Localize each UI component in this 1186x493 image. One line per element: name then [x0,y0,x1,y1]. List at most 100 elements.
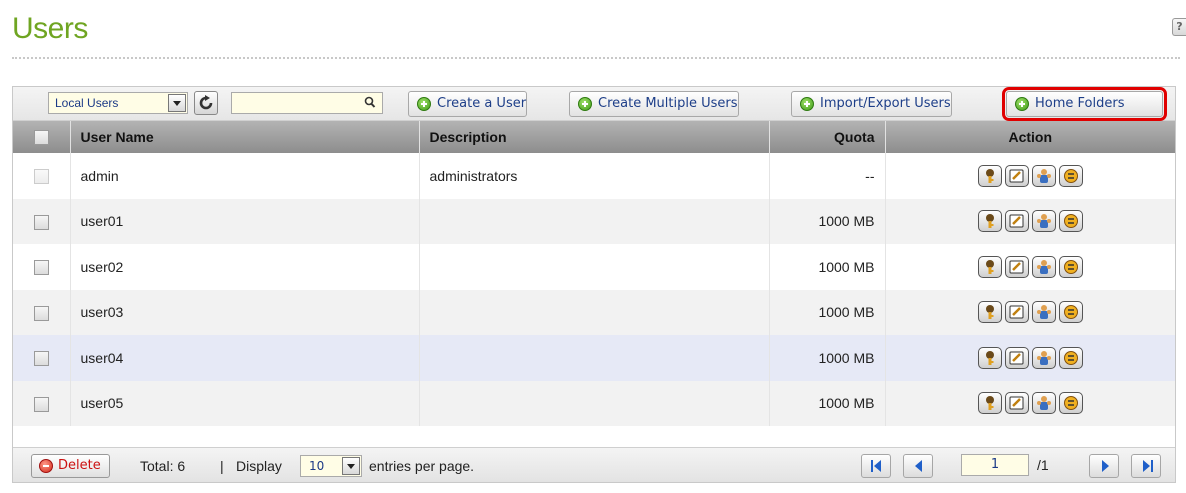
folder-quota-button[interactable] [1058,210,1083,233]
edit-icon [1009,305,1024,319]
delete-button[interactable]: Delete [31,454,110,478]
row-actions [977,210,1083,233]
password-key-button[interactable] [977,301,1002,324]
add-icon [578,97,592,111]
quota-cell: 1000 MB [769,198,886,244]
folder-quota-button[interactable] [1058,301,1083,324]
quota-cell: -- [769,153,886,199]
group-icon [1036,214,1051,229]
create-multiple-users-button[interactable]: Create Multiple Users [569,91,739,117]
password-key-button[interactable] [977,210,1002,233]
row-checkbox[interactable] [33,214,49,230]
folder-quota-button[interactable] [1058,164,1083,187]
password-key-button[interactable] [977,255,1002,278]
user-name-cell: admin [70,153,420,199]
next-page-button[interactable] [1089,454,1119,478]
create-user-label: Create a User [437,96,527,111]
user-source-value: Local Users [55,96,119,110]
column-header-quota[interactable]: Quota [769,121,886,153]
chevron-down-icon[interactable] [168,94,186,112]
table-row[interactable]: user04 1000 MB [13,335,1175,381]
edit-button[interactable] [1004,346,1029,369]
edit-button[interactable] [1004,210,1029,233]
table-row[interactable]: user05 1000 MB [13,380,1175,426]
edit-button[interactable] [1004,255,1029,278]
pagination-footer: Delete Total: 6 | Display 10 entries per… [13,447,1175,482]
first-page-button[interactable] [861,454,891,478]
group-button[interactable] [1031,255,1056,278]
row-checkbox[interactable] [33,396,49,412]
action-cell [885,198,1175,244]
password-key-button[interactable] [977,346,1002,369]
row-checkbox[interactable] [33,260,49,276]
group-button[interactable] [1031,392,1056,415]
per-page-select[interactable]: 10 [300,455,362,477]
column-header-user-name[interactable]: User Name [70,121,420,153]
row-select-cell [13,244,71,290]
group-icon [1036,350,1051,365]
quota-cell: 1000 MB [769,289,886,335]
create-multiple-users-label: Create Multiple Users [598,96,738,111]
password-key-icon [985,214,994,229]
row-actions [977,301,1083,324]
remove-icon [39,459,53,473]
previous-page-button[interactable] [903,454,933,478]
description-cell [419,289,770,335]
description-cell [419,380,770,426]
action-cell [885,289,1175,335]
search-icon[interactable] [364,96,376,109]
folder-quota-button[interactable] [1058,346,1083,369]
folder-quota-button[interactable] [1058,255,1083,278]
refresh-button[interactable] [194,91,218,115]
folder-quota-icon [1063,350,1078,365]
select-all-checkbox[interactable] [33,130,49,146]
edit-button[interactable] [1004,301,1029,324]
create-user-button[interactable]: Create a User [408,91,528,117]
folder-quota-button[interactable] [1058,392,1083,415]
users-table: User Name Description Quota Action admin… [13,121,1175,426]
quota-cell: 1000 MB [769,335,886,381]
group-button[interactable] [1031,301,1056,324]
group-icon [1036,259,1051,274]
group-icon [1036,396,1051,411]
footer-separator: | [220,458,224,474]
edit-button[interactable] [1004,164,1029,187]
table-row[interactable]: admin administrators -- [13,153,1175,199]
next-page-icon [1102,460,1109,472]
row-select-cell [13,380,71,426]
column-header-description[interactable]: Description [419,121,770,153]
description-cell [419,244,770,290]
search-box [231,92,383,114]
row-checkbox[interactable] [33,305,49,321]
previous-page-icon [915,460,922,472]
help-icon[interactable]: ? [1172,18,1186,36]
page-title: Users [12,12,88,45]
table-row[interactable]: user02 1000 MB [13,244,1175,290]
group-button[interactable] [1031,164,1056,187]
chevron-down-icon[interactable] [342,457,360,475]
password-key-icon [985,350,994,365]
password-key-button[interactable] [977,392,1002,415]
import-export-users-label: Import/Export Users [820,96,951,111]
import-export-users-button[interactable]: Import/Export Users [791,91,952,117]
first-page-icon [871,460,881,472]
last-page-button[interactable] [1131,454,1161,478]
group-button[interactable] [1031,346,1056,369]
user-source-select[interactable]: Local Users [48,92,188,114]
current-page-input[interactable]: 1 [961,454,1029,476]
password-key-button[interactable] [977,164,1002,187]
table-row[interactable]: user03 1000 MB [13,289,1175,335]
home-folders-button[interactable]: Home Folders [1002,87,1167,121]
quota-cell: 1000 MB [769,244,886,290]
display-label: Display [236,458,282,474]
row-checkbox[interactable] [33,169,49,185]
user-name-cell: user01 [70,198,420,244]
select-all-cell [13,121,71,153]
delete-label: Delete [58,458,101,473]
group-button[interactable] [1031,210,1056,233]
edit-button[interactable] [1004,392,1029,415]
row-checkbox[interactable] [33,351,49,367]
table-row[interactable]: user01 1000 MB [13,198,1175,244]
search-input[interactable] [232,93,357,113]
user-name-cell: user03 [70,289,420,335]
